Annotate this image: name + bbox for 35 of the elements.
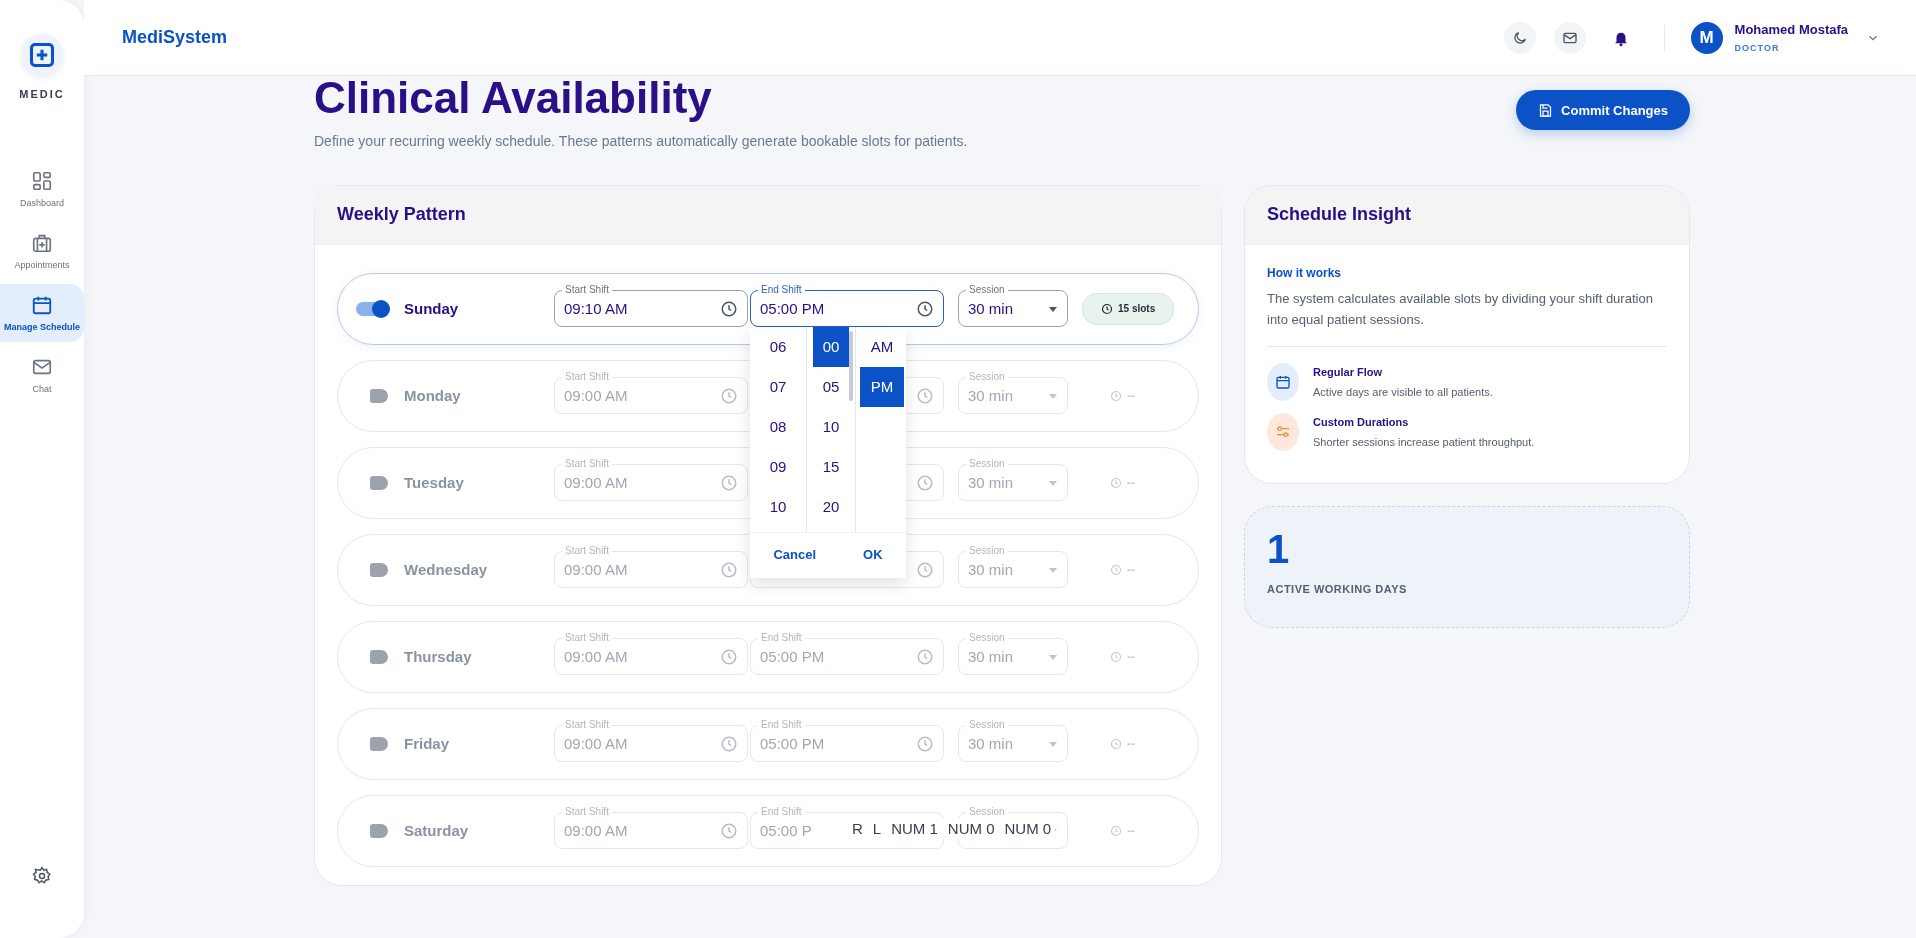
day-name: Thursday bbox=[404, 648, 473, 666]
item-title: Regular Flow bbox=[1313, 366, 1384, 379]
user-role: DOCTOR bbox=[1734, 43, 1781, 53]
description-text: The system calculates available slots by dividing your shift duration into equal patient sessions. bbox=[1267, 289, 1654, 329]
page-subtitle: Define your recurring weekly schedule. These patterns automatically generate bookable slots for patients. bbox=[314, 132, 968, 149]
slots-count: -- bbox=[1127, 562, 1135, 577]
page-title: Clinical Availability bbox=[314, 72, 713, 124]
card-title: Schedule Insight bbox=[1267, 204, 1412, 226]
logo-text: MEDIC bbox=[19, 88, 65, 100]
slots-count: -- bbox=[1127, 823, 1135, 838]
day-name: Tuesday bbox=[404, 474, 465, 492]
key-press-label: NUM 1 bbox=[891, 819, 938, 837]
day-name: Friday bbox=[404, 735, 450, 753]
slots-count: -- bbox=[1127, 649, 1135, 664]
slots-count: -- bbox=[1127, 475, 1135, 490]
key-press-label: NUM 0 bbox=[947, 819, 995, 837]
section-heading: How it works bbox=[1267, 265, 1341, 280]
day-name: Monday bbox=[404, 387, 462, 405]
key-press-label: L bbox=[872, 819, 882, 837]
item-title: Custom Durations bbox=[1313, 416, 1410, 429]
item-description: Active days are visible to all patients. bbox=[1313, 386, 1493, 399]
stat-value: 1 bbox=[1267, 529, 1291, 570]
brand-name: MediSystem bbox=[122, 27, 228, 48]
item-description: Shorter sessions increase patient throughput. bbox=[1313, 436, 1535, 449]
day-name: Sunday bbox=[404, 300, 460, 318]
day-name: Saturday bbox=[404, 822, 470, 840]
slots-count: -- bbox=[1127, 388, 1135, 403]
day-name: Wednesday bbox=[404, 561, 489, 579]
stat-label: ACTIVE WORKING DAYS bbox=[1267, 583, 1408, 596]
card-title: Weekly Pattern bbox=[337, 204, 466, 226]
slots-count: 15 slots bbox=[1118, 303, 1156, 315]
key-press-label: NUM 0 bbox=[1004, 819, 1052, 837]
slots-count: -- bbox=[1127, 736, 1135, 751]
key-press-label: R bbox=[852, 819, 863, 837]
user-name: Mohamed Mostafa bbox=[1734, 22, 1848, 37]
